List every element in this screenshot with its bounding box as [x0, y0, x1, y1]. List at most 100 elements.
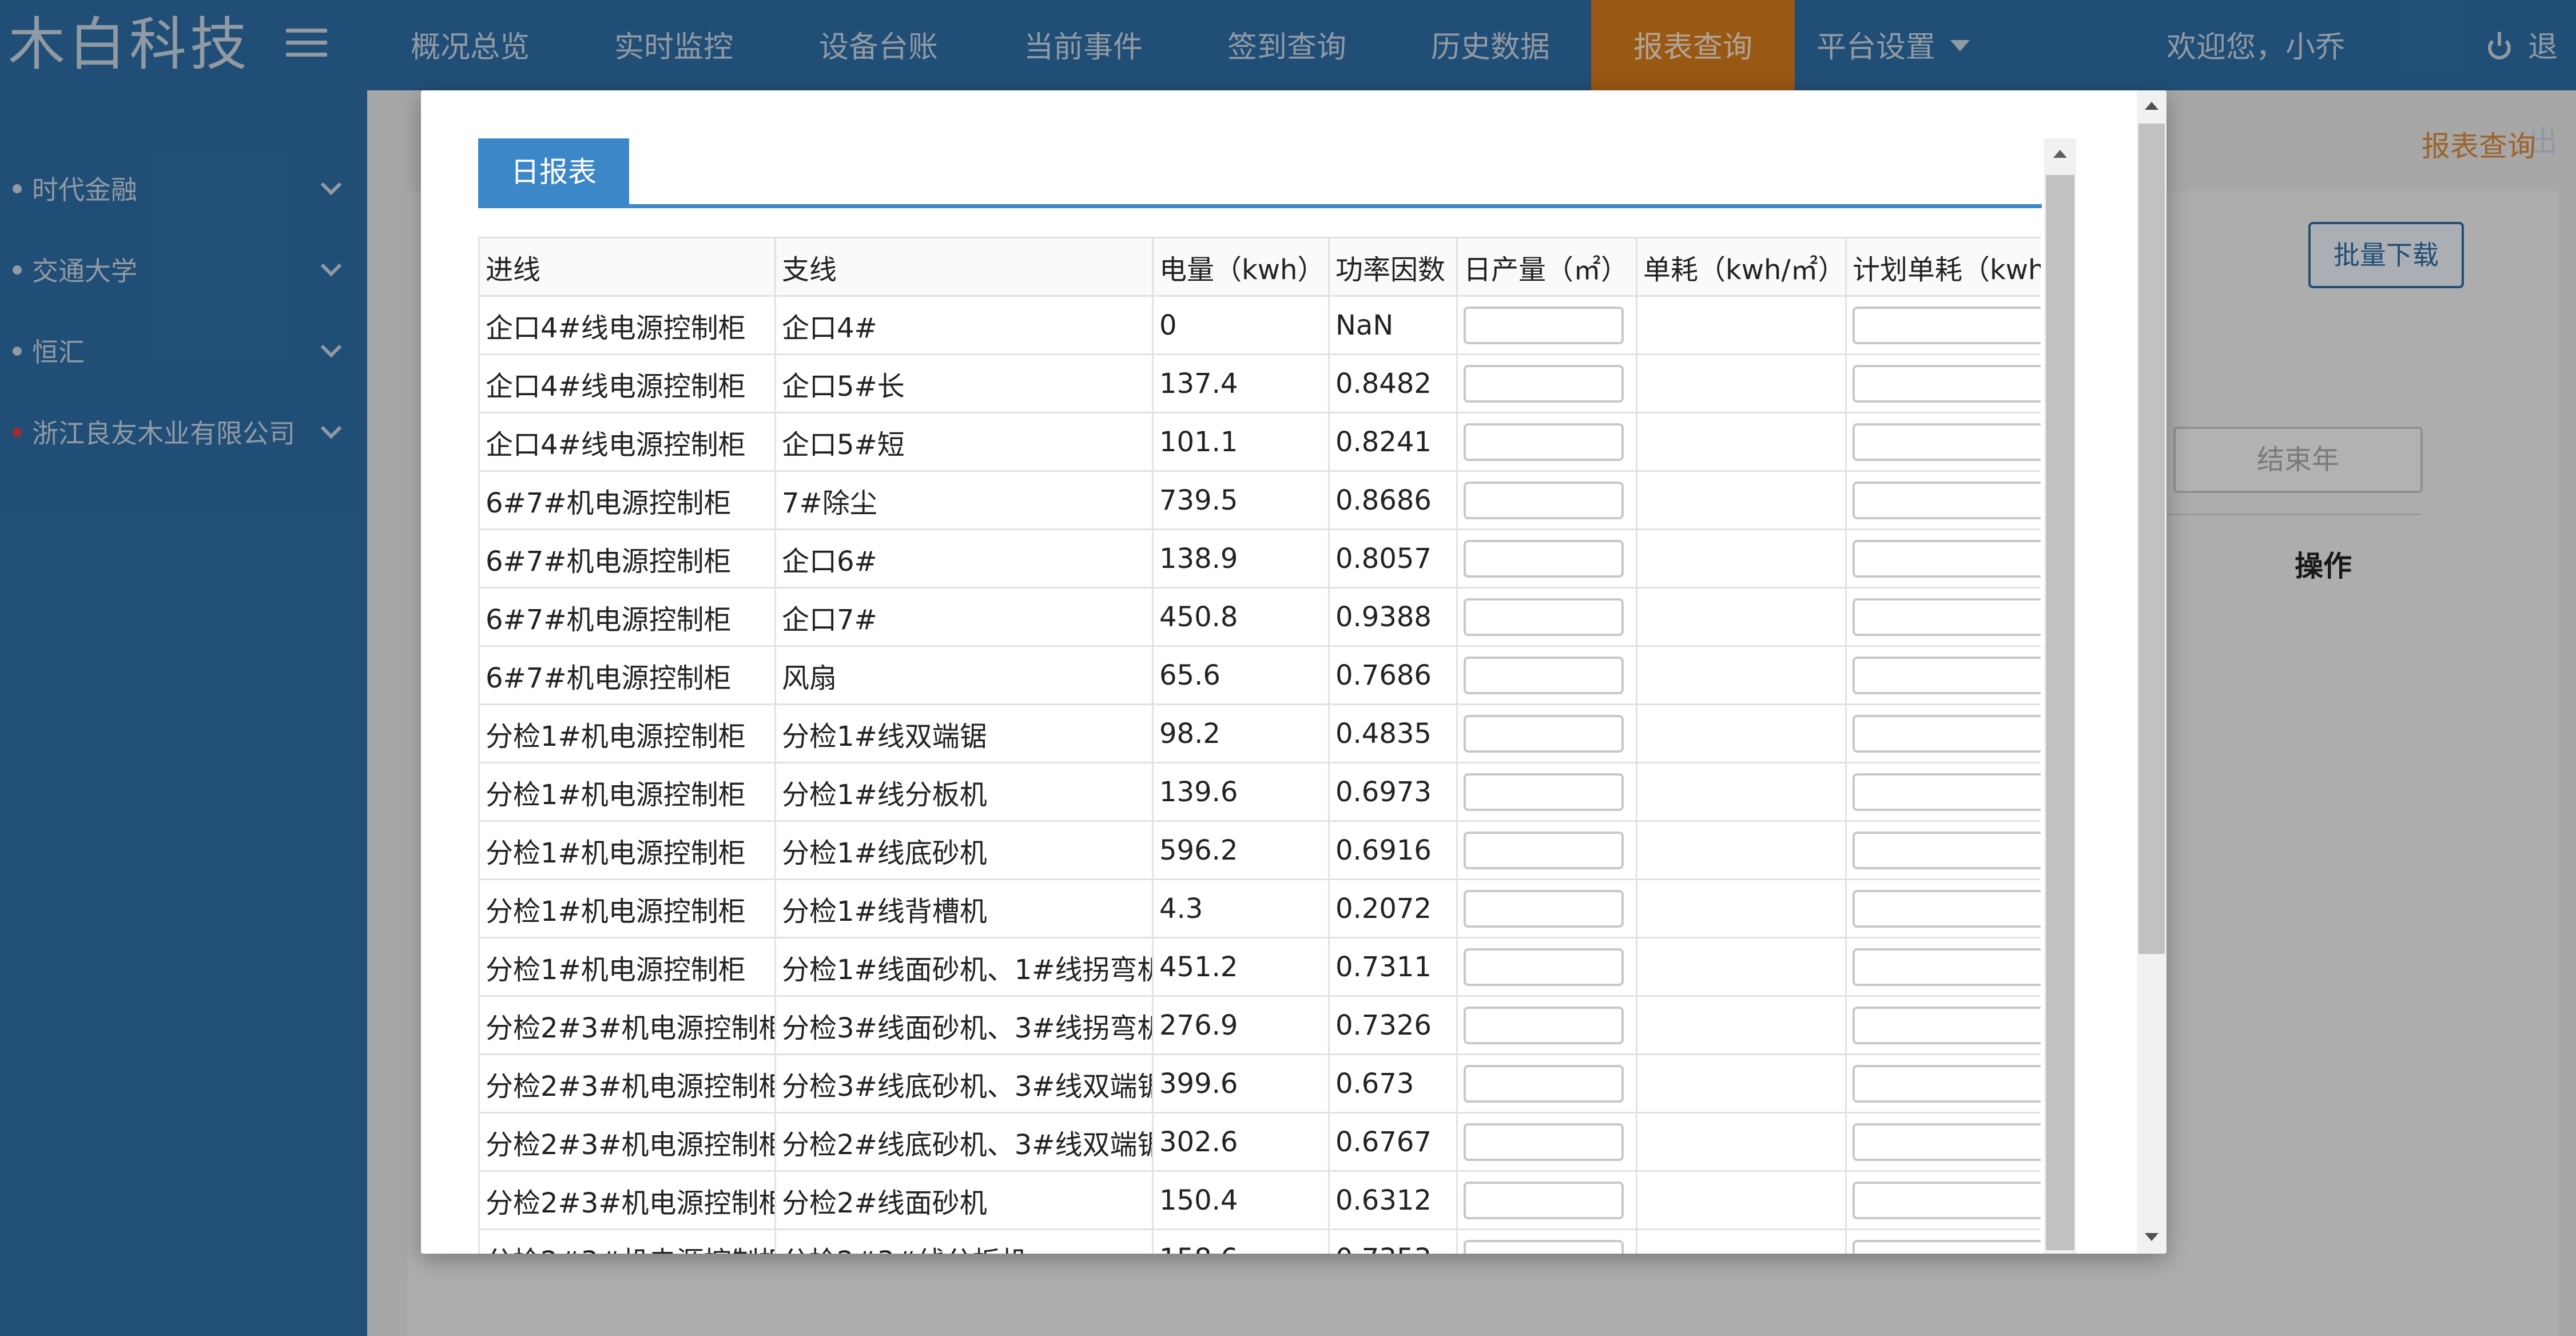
unit-consumption-cell	[1636, 1053, 1847, 1114]
daily-output-input[interactable]	[1464, 656, 1624, 694]
daily-output-input[interactable]	[1464, 481, 1624, 519]
branch-line-cell: 分检3#线面砂机、3#线拐弯机	[774, 995, 1154, 1055]
column-header: 单耗（kwh/㎡）	[1636, 237, 1847, 297]
daily-output-input[interactable]	[1464, 423, 1624, 461]
incoming-line-cell: 企口4#线电源控制柜	[478, 412, 776, 472]
planned-unit-consumption-input[interactable]	[1853, 1123, 2041, 1161]
daily-output-input[interactable]	[1464, 306, 1624, 344]
incoming-line-cell: 分检1#机电源控制柜	[478, 703, 776, 764]
table-row: 分检2#3#机电源控制柜分检2#3#线分板机158.60.7353	[478, 1228, 2041, 1254]
energy-cell: 451.2	[1152, 937, 1330, 997]
planned-unit-consumption-input[interactable]	[1853, 1181, 2041, 1219]
planned-unit-consumption-cell	[1845, 412, 2041, 472]
table-row: 分检1#机电源控制柜 分检1#线面砂机、1#线拐弯机 451.2 0.7311	[478, 937, 2041, 997]
table-scrollbar[interactable]	[2044, 138, 2076, 1254]
planned-unit-consumption-input[interactable]	[1853, 539, 2041, 578]
scrollbar-thumb[interactable]	[2046, 175, 2074, 1250]
planned-unit-consumption-input[interactable]	[1853, 1006, 2041, 1044]
planned-unit-consumption-input[interactable]	[1853, 306, 2041, 344]
planned-unit-consumption-input[interactable]	[1853, 831, 2041, 869]
planned-unit-consumption-input[interactable]	[1853, 423, 2041, 461]
scroll-down-icon[interactable]	[2145, 1233, 2158, 1241]
daily-output-input[interactable]	[1464, 598, 1624, 636]
power-factor-cell: 0.8482	[1328, 353, 1458, 413]
daily-output-input[interactable]	[1464, 714, 1624, 753]
planned-unit-consumption-input[interactable]	[1853, 1064, 2041, 1103]
planned-unit-consumption-input[interactable]	[1853, 889, 2041, 928]
daily-output-cell	[1456, 1112, 1637, 1172]
planned-unit-consumption-input[interactable]	[1853, 1239, 2041, 1254]
daily-output-cell	[1456, 528, 1637, 589]
table-row: 6#7#机电源控制柜 7#除尘 739.5 0.8686	[478, 470, 2041, 530]
daily-output-cell	[1456, 295, 1637, 355]
tab-daily-report[interactable]: 日报表	[478, 138, 629, 206]
table-row: 分检2#3#机电源控制柜 分检2#线面砂机 150.4 0.6312	[478, 1170, 2041, 1230]
planned-unit-consumption-input[interactable]	[1853, 364, 2041, 403]
incoming-line-cell: 分检1#机电源控制柜	[478, 820, 776, 880]
planned-unit-consumption-input[interactable]	[1853, 598, 2041, 636]
daily-output-input[interactable]	[1464, 539, 1624, 578]
planned-unit-consumption-cell	[1845, 587, 2041, 647]
unit-consumption-cell	[1636, 762, 1847, 822]
table-row: 企口4#线电源控制柜 企口4# 0 NaN	[478, 295, 2041, 355]
planned-unit-consumption-input[interactable]	[1853, 656, 2041, 694]
incoming-line-cell: 6#7#机电源控制柜	[478, 587, 776, 647]
incoming-line-cell: 分检2#3#机电源控制柜	[478, 1170, 776, 1230]
table-row: 企口4#线电源控制柜 企口5#长 137.4 0.8482	[478, 353, 2041, 413]
planned-unit-consumption-input[interactable]	[1853, 481, 2041, 519]
unit-consumption-cell	[1636, 937, 1847, 997]
planned-unit-consumption-cell	[1845, 937, 2041, 997]
daily-output-input[interactable]	[1464, 948, 1624, 986]
unit-consumption-cell	[1636, 820, 1847, 880]
branch-line-cell: 企口5#短	[774, 412, 1154, 472]
modal-tab-bar: 日报表	[478, 138, 2042, 208]
energy-cell: 399.6	[1152, 1053, 1330, 1114]
daily-output-cell	[1456, 820, 1637, 880]
energy-cell: 739.5	[1152, 470, 1330, 530]
scrollbar-thumb[interactable]	[2138, 124, 2165, 954]
column-header: 支线	[774, 237, 1154, 297]
branch-line-cell: 分检1#线分板机	[774, 762, 1154, 822]
power-factor-cell: 0.8241	[1328, 412, 1458, 472]
branch-line-cell: 分检1#线双端锯	[774, 703, 1154, 764]
incoming-line-cell: 6#7#机电源控制柜	[478, 528, 776, 589]
planned-unit-consumption-cell	[1845, 995, 2041, 1055]
table-row: 分检1#机电源控制柜 分检1#线双端锯 98.2 0.4835	[478, 703, 2041, 764]
energy-cell: 137.4	[1152, 353, 1330, 413]
incoming-line-cell: 分检1#机电源控制柜	[478, 937, 776, 997]
power-factor-cell: 0.7311	[1328, 937, 1458, 997]
daily-output-input[interactable]	[1464, 1181, 1624, 1219]
branch-line-cell: 分检2#3#线分板机	[774, 1228, 1154, 1254]
daily-output-cell	[1456, 412, 1637, 472]
daily-output-input[interactable]	[1464, 1123, 1624, 1161]
planned-unit-consumption-input[interactable]	[1853, 714, 2041, 753]
scroll-up-icon[interactable]	[2053, 150, 2067, 158]
energy-cell: 596.2	[1152, 820, 1330, 880]
daily-output-input[interactable]	[1464, 889, 1624, 928]
daily-output-input[interactable]	[1464, 364, 1624, 403]
incoming-line-cell: 分检2#3#机电源控制柜	[478, 1112, 776, 1172]
unit-consumption-cell	[1636, 295, 1847, 355]
energy-cell: 4.3	[1152, 878, 1330, 939]
planned-unit-consumption-cell	[1845, 353, 2041, 413]
daily-output-cell	[1456, 878, 1637, 939]
daily-output-input[interactable]	[1464, 1064, 1624, 1103]
planned-unit-consumption-input[interactable]	[1853, 948, 2041, 986]
unit-consumption-cell	[1636, 470, 1847, 530]
column-header: 进线	[478, 237, 776, 297]
daily-report-modal: 日报表 进线 支线 电量（kwh） 功率因数 日产量（㎡） 单耗（kwh/㎡） …	[421, 90, 2166, 1254]
planned-unit-consumption-input[interactable]	[1853, 773, 2041, 811]
daily-output-cell	[1456, 1228, 1637, 1254]
unit-consumption-cell	[1636, 528, 1847, 589]
daily-output-input[interactable]	[1464, 773, 1624, 811]
branch-line-cell: 分检2#线面砂机	[774, 1170, 1154, 1230]
daily-output-cell	[1456, 703, 1637, 764]
unit-consumption-cell	[1636, 995, 1847, 1055]
planned-unit-consumption-cell	[1845, 1112, 2041, 1172]
daily-output-input[interactable]	[1464, 1006, 1624, 1044]
planned-unit-consumption-cell	[1845, 703, 2041, 764]
daily-output-input[interactable]	[1464, 1239, 1624, 1254]
daily-output-input[interactable]	[1464, 831, 1624, 869]
scroll-up-icon[interactable]	[2145, 102, 2158, 110]
modal-scrollbar[interactable]	[2137, 90, 2166, 1254]
